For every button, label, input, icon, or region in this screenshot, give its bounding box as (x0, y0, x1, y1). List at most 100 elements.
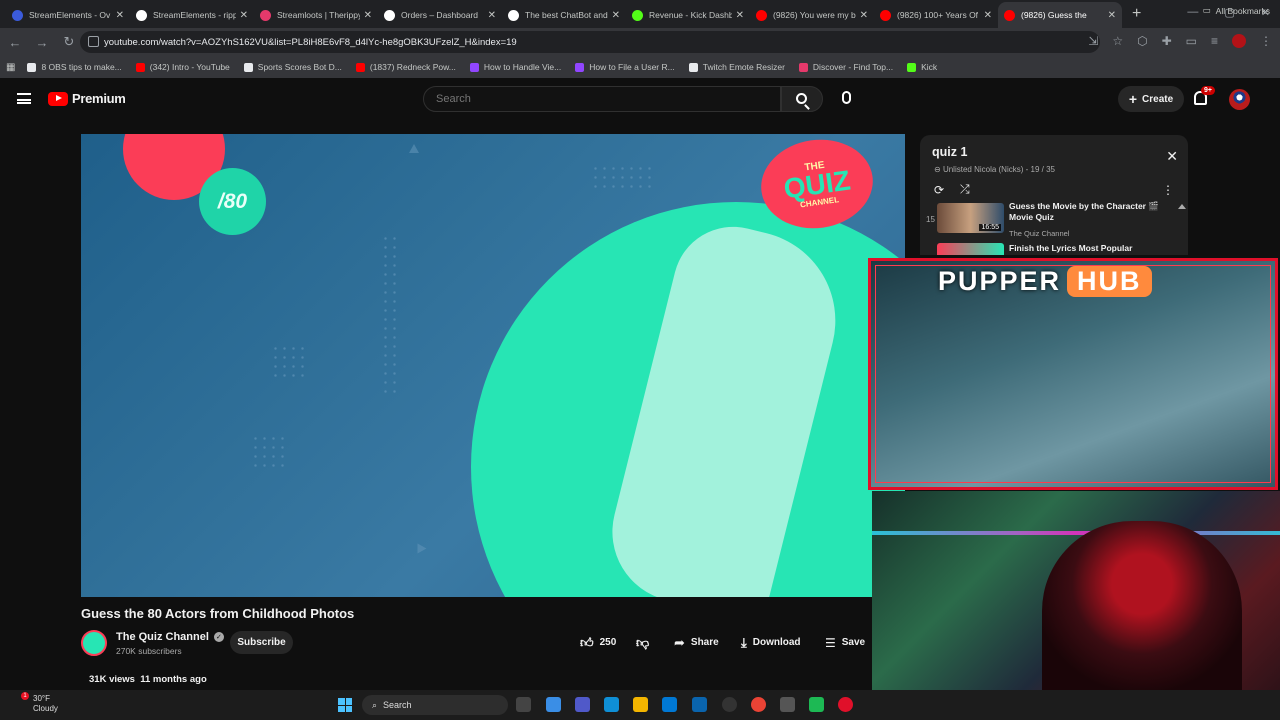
store-icon[interactable] (662, 697, 677, 712)
like-button[interactable]: 👍︎ 250 (580, 631, 616, 654)
browser-tab[interactable]: Revenue - Kick Dashb ✕ (626, 2, 750, 28)
score-badge: /80 (199, 168, 266, 235)
notification-count-badge: 9+ (1201, 86, 1215, 95)
teams-icon[interactable] (575, 697, 590, 712)
close-tab-icon[interactable]: ✕ (240, 10, 248, 21)
task-view-icon[interactable] (516, 697, 531, 712)
chrome-icon[interactable] (751, 697, 766, 712)
bookmark-item[interactable]: (1837) Redneck Pow... (355, 62, 456, 72)
tab-favicon-icon (756, 9, 767, 21)
app-icon[interactable] (809, 697, 824, 712)
hamburger-menu-icon[interactable] (17, 93, 31, 104)
back-icon[interactable]: ← (3, 35, 27, 50)
tab-favicon-icon (1004, 9, 1015, 21)
video-player[interactable]: /80 THE QUIZ CHANNEL (81, 134, 905, 597)
obs-icon[interactable] (722, 697, 737, 712)
bookmark-item[interactable]: Discover - Find Top... (798, 62, 893, 72)
decor-dots (271, 344, 307, 380)
loop-icon[interactable]: ⟳ (934, 183, 944, 197)
copilot-icon[interactable] (546, 697, 561, 712)
view-stats: 31K views 11 months ago (89, 674, 207, 685)
youtube-logo[interactable]: Premium (48, 91, 126, 106)
media-icon[interactable]: ≡ (1211, 34, 1218, 48)
file-explorer-icon[interactable] (633, 697, 648, 712)
plus-icon: + (1128, 91, 1138, 107)
playlist-title[interactable]: quiz 1 (932, 145, 967, 159)
close-tab-icon[interactable]: ✕ (364, 10, 372, 21)
install-icon[interactable]: ⇲ (1088, 34, 1098, 48)
extensions-puzzle-icon[interactable]: ✚ (1162, 34, 1172, 48)
search-input[interactable] (423, 86, 781, 112)
playlist-item-channel: The Quiz Channel (1009, 229, 1070, 238)
outlook-icon[interactable] (692, 697, 707, 712)
bookmark-star-icon[interactable]: ☆ (1112, 34, 1123, 48)
playlist-item[interactable]: Finish the Lyrics Most Popular (926, 243, 1176, 255)
close-tab-icon[interactable]: ✕ (860, 10, 868, 21)
bookmark-item[interactable]: 8 OBS tips to make... (27, 62, 122, 72)
playlist-panel: quiz 1 ⊖ Unlisted Nicola (Nicks) - 19 / … (920, 135, 1188, 255)
save-button[interactable]: ☰ Save (825, 631, 865, 654)
close-tab-icon[interactable]: ✕ (488, 10, 496, 21)
close-playlist-icon[interactable]: ✕ (1166, 148, 1178, 165)
search-button[interactable] (781, 86, 823, 112)
close-tab-icon[interactable]: ✕ (116, 10, 124, 21)
extension-icon[interactable]: ⬡ (1137, 34, 1147, 48)
all-bookmarks[interactable]: ▭ All Bookmarks (1203, 5, 1270, 16)
tab-favicon-icon (384, 9, 395, 21)
dislike-button[interactable]: 👎︎ (636, 631, 649, 654)
browser-tab[interactable]: Streamloots | Therippy ✕ (254, 2, 378, 28)
browser-tab[interactable]: Orders – Dashboard ✕ (378, 2, 502, 28)
edge-icon[interactable] (604, 697, 619, 712)
search-icon (796, 93, 807, 104)
scroll-up-icon[interactable] (1178, 204, 1186, 209)
shuffle-icon[interactable]: ⤮ (960, 182, 970, 197)
playlist-item[interactable]: 15 16:55 Guess the Movie by the Characte… (926, 201, 1176, 238)
browser-tab[interactable]: (9826) You were my b ✕ (750, 2, 874, 28)
channel-name[interactable]: The Quiz Channel ✓ (116, 631, 224, 643)
bookmark-item[interactable]: How to File a User R... (575, 62, 675, 72)
close-tab-icon[interactable]: ✕ (984, 10, 992, 21)
reload-icon[interactable]: ↻ (57, 34, 81, 50)
weather-widget[interactable]: 30°F Cloudy (33, 694, 58, 714)
browser-tab[interactable]: StreamElements - ripp ✕ (130, 2, 254, 28)
microphone-icon[interactable] (842, 91, 851, 104)
new-tab-icon[interactable]: + (1132, 5, 1141, 23)
more-options-icon[interactable]: ⋮ (1162, 183, 1174, 197)
browser-tab[interactable]: (9826) 100+ Years Of ✕ (874, 2, 998, 28)
channel-avatar[interactable] (81, 630, 107, 656)
minimize-icon[interactable]: — (1187, 6, 1198, 19)
browser-tab[interactable]: StreamElements - Ov ✕ (6, 2, 130, 28)
address-bar[interactable]: youtube.com/watch?v=AOZYhS162VU&list=PL8… (80, 31, 1100, 53)
browser-tab[interactable]: The best ChatBot and ✕ (502, 2, 626, 28)
create-button[interactable]: + Create (1118, 86, 1184, 112)
pupper-hub-banner: PUPPER HUB (938, 266, 1152, 297)
close-tab-icon[interactable]: ✕ (1108, 10, 1116, 21)
sidepanel-icon[interactable]: ▭ (1186, 34, 1197, 48)
decor-triangle (409, 144, 419, 153)
profile-avatar[interactable] (1232, 34, 1246, 48)
bookmark-favicon-icon (798, 62, 808, 72)
app-icon[interactable] (780, 697, 795, 712)
browser-menu-icon[interactable]: ⋮ (1260, 34, 1272, 48)
tab-favicon-icon (260, 9, 271, 21)
site-info-icon[interactable] (88, 36, 99, 47)
bookmark-item[interactable]: How to Handle Vie... (469, 62, 561, 72)
bookmark-label: 8 OBS tips to make... (41, 62, 122, 72)
browser-tab[interactable]: (9826) Guess the ✕ (998, 2, 1122, 28)
bookmark-item[interactable]: Kick (907, 62, 937, 72)
share-button[interactable]: ➦ Share (674, 631, 719, 654)
forward-icon[interactable]: → (30, 35, 54, 50)
close-tab-icon[interactable]: ✕ (612, 10, 620, 21)
bookmark-item[interactable]: Sports Scores Bot D... (243, 62, 342, 72)
bookmark-favicon-icon (355, 62, 365, 72)
bookmark-item[interactable]: Twitch Emote Resizer (688, 62, 785, 72)
start-windows-icon[interactable] (338, 698, 352, 712)
close-tab-icon[interactable]: ✕ (736, 10, 744, 21)
app-icon[interactable] (838, 697, 853, 712)
download-button[interactable]: ⤓ Download (741, 631, 801, 654)
taskbar-search[interactable]: ⌕ Search (362, 695, 508, 715)
subscribe-button[interactable]: Subscribe (230, 631, 293, 654)
account-avatar[interactable] (1229, 89, 1250, 110)
bookmark-item[interactable]: (342) Intro - YouTube (135, 62, 230, 72)
apps-icon[interactable]: ▦ (6, 62, 15, 73)
